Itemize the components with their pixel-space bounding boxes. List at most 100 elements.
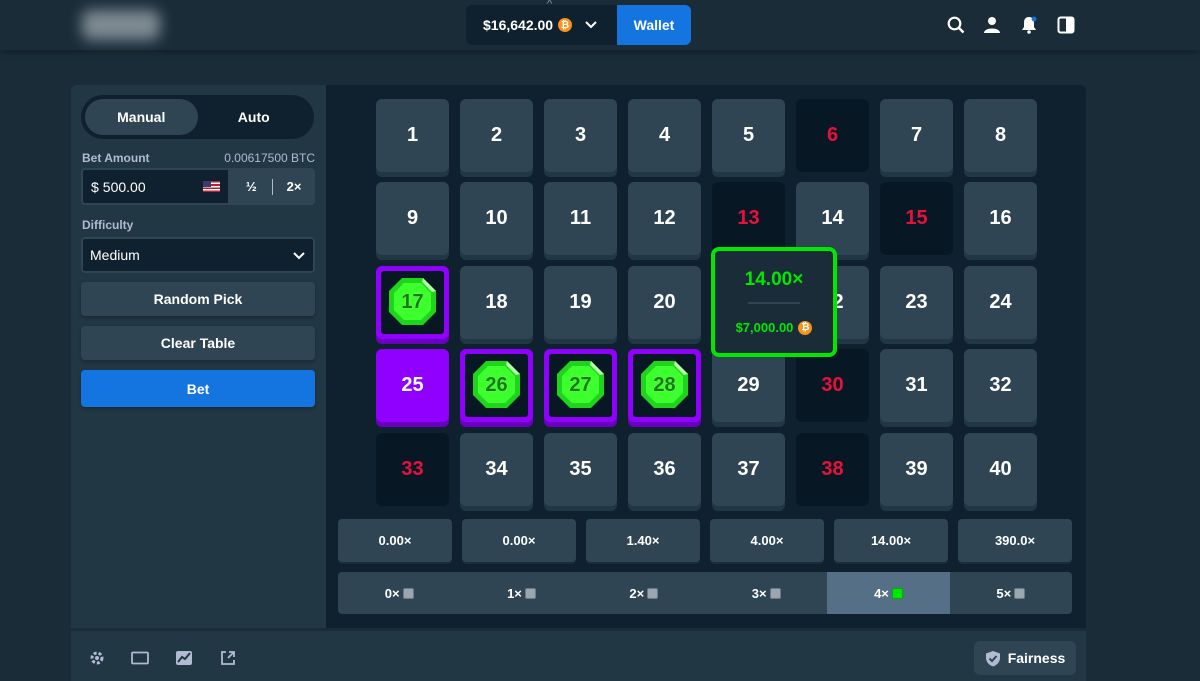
- bet-amount-row: $ 500.00 ½ 2×: [81, 168, 315, 205]
- gem-icon: [402, 587, 414, 599]
- tile-33[interactable]: 33: [376, 433, 449, 506]
- tile-5[interactable]: 5: [712, 99, 785, 172]
- tile-32[interactable]: 32: [964, 349, 1037, 422]
- tile-9[interactable]: 9: [376, 182, 449, 255]
- gem-icon: [769, 587, 781, 599]
- chevron-down-icon: [293, 247, 305, 263]
- tile-6[interactable]: 6: [796, 99, 869, 172]
- user-icon[interactable]: [982, 15, 1002, 35]
- tile-4[interactable]: 4: [628, 99, 701, 172]
- hits-cell: 0×: [338, 572, 460, 614]
- win-popup: 14.00× $7,000.00 ₿: [711, 247, 837, 357]
- balance-selector[interactable]: $16,642.00 ₿: [466, 5, 617, 45]
- half-bet-button[interactable]: ½: [230, 168, 272, 205]
- tile-11[interactable]: 11: [544, 182, 617, 255]
- win-amount: $7,000.00: [735, 320, 794, 335]
- tile-25[interactable]: 25: [376, 349, 449, 422]
- hits-label: 0×: [384, 585, 400, 601]
- tile-14[interactable]: 14: [796, 182, 869, 255]
- tile-24[interactable]: 24: [964, 266, 1037, 339]
- tile-23[interactable]: 23: [880, 266, 953, 339]
- hits-cell: 3×: [705, 572, 827, 614]
- tile-37[interactable]: 37: [712, 433, 785, 506]
- tab-auto[interactable]: Auto: [198, 99, 311, 135]
- site-logo[interactable]: [82, 10, 160, 40]
- tile-10[interactable]: 10: [460, 182, 533, 255]
- gem-icon: [647, 587, 659, 599]
- bitcoin-icon: ₿: [798, 320, 813, 335]
- bet-button[interactable]: Bet: [81, 370, 315, 407]
- tile-39[interactable]: 39: [880, 433, 953, 506]
- tile-19[interactable]: 19: [544, 266, 617, 339]
- hits-label: 5×: [996, 585, 1012, 601]
- hits-row: 0× 1× 2× 3× 4× 5×: [338, 572, 1072, 614]
- fairness-label: Fairness: [1007, 650, 1066, 666]
- tile-28[interactable]: 28: [628, 349, 701, 422]
- sidebar-toggle-icon[interactable]: [1056, 15, 1076, 35]
- payout-multiplier: 0.00×: [462, 519, 576, 562]
- tile-29[interactable]: 29: [712, 349, 785, 422]
- tile-20[interactable]: 20: [628, 266, 701, 339]
- tile-30[interactable]: 30: [796, 349, 869, 422]
- top-bar: ^ $16,642.00 ₿ Wallet: [0, 0, 1200, 50]
- tile-27[interactable]: 27: [544, 349, 617, 422]
- payout-multiplier: 14.00×: [834, 519, 948, 562]
- tile-8[interactable]: 8: [964, 99, 1037, 172]
- search-icon[interactable]: [946, 15, 966, 35]
- win-multiplier: 14.00×: [744, 269, 804, 290]
- bet-amount-value: 500.00: [102, 178, 146, 195]
- gem-icon: [1014, 587, 1026, 599]
- difficulty-value: Medium: [90, 247, 140, 263]
- currency-symbol: $: [91, 178, 99, 195]
- difficulty-select[interactable]: Medium: [81, 237, 315, 273]
- tile-7[interactable]: 7: [880, 99, 953, 172]
- bell-icon[interactable]: [1019, 15, 1039, 35]
- tile-13[interactable]: 13: [712, 182, 785, 255]
- game-panel: Manual Auto Bet Amount 0.00617500 BTC $ …: [71, 85, 1086, 628]
- payout-multiplier: 1.40×: [586, 519, 700, 562]
- fairness-button[interactable]: Fairness: [974, 641, 1076, 675]
- popout-icon[interactable]: [219, 649, 237, 667]
- hits-label: 4×: [874, 585, 889, 601]
- tile-17[interactable]: 17: [376, 266, 449, 339]
- hits-cell: 2×: [583, 572, 705, 614]
- shield-check-icon: [985, 650, 1000, 666]
- tile-18[interactable]: 18: [460, 266, 533, 339]
- tile-31[interactable]: 31: [880, 349, 953, 422]
- tile-26[interactable]: 26: [460, 349, 533, 422]
- stats-icon[interactable]: [175, 649, 193, 667]
- tab-manual[interactable]: Manual: [85, 99, 198, 135]
- tile-38[interactable]: 38: [796, 433, 869, 506]
- random-pick-button[interactable]: Random Pick: [81, 282, 315, 316]
- tile-3[interactable]: 3: [544, 99, 617, 172]
- theatre-mode-icon[interactable]: [131, 649, 149, 667]
- payout-multiplier: 4.00×: [710, 519, 824, 562]
- wallet-button[interactable]: Wallet: [617, 5, 691, 45]
- difficulty-label: Difficulty: [82, 218, 134, 232]
- tile-12[interactable]: 12: [628, 182, 701, 255]
- tile-34[interactable]: 34: [460, 433, 533, 506]
- popup-divider: [748, 302, 800, 304]
- hits-label: 2×: [629, 585, 645, 601]
- tile-1[interactable]: 1: [376, 99, 449, 172]
- tile-number: 27: [569, 374, 592, 396]
- settings-icon[interactable]: [88, 649, 106, 667]
- tile-36[interactable]: 36: [628, 433, 701, 506]
- tile-2[interactable]: 2: [460, 99, 533, 172]
- clear-table-button[interactable]: Clear Table: [81, 326, 315, 360]
- bet-sidebar: Manual Auto Bet Amount 0.00617500 BTC $ …: [71, 85, 326, 628]
- tile-number: 28: [653, 374, 676, 396]
- double-bet-button[interactable]: 2×: [273, 168, 315, 205]
- payout-multiplier: 390.0×: [958, 519, 1072, 562]
- bet-amount-input[interactable]: $ 500.00: [81, 168, 231, 205]
- tile-35[interactable]: 35: [544, 433, 617, 506]
- tile-15[interactable]: 15: [880, 182, 953, 255]
- bet-amount-btc: 0.00617500 BTC: [224, 151, 315, 165]
- gem-icon: 27: [549, 354, 612, 417]
- gem-icon: 28: [633, 354, 696, 417]
- tile-16[interactable]: 16: [964, 182, 1037, 255]
- tile-40[interactable]: 40: [964, 433, 1037, 506]
- keno-board: 1234567891011121314151617181920212223242…: [326, 85, 1086, 628]
- game-footer: Fairness: [71, 631, 1086, 681]
- hits-cell: 1×: [460, 572, 582, 614]
